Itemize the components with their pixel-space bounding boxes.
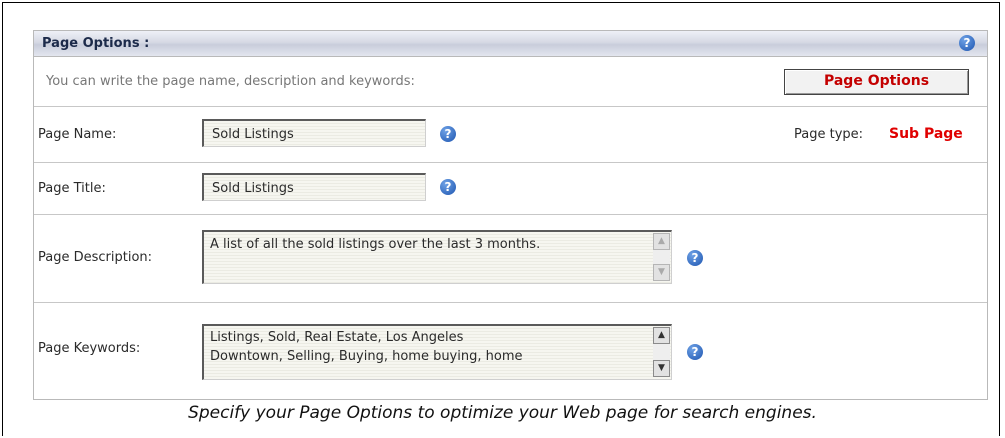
page-type-value: Sub Page bbox=[889, 126, 963, 142]
scroll-down-icon[interactable]: ▼ bbox=[653, 360, 670, 377]
page-title-field[interactable]: Sold Listings bbox=[202, 173, 426, 201]
page-description-label: Page Description: bbox=[38, 250, 153, 265]
page-name-label: Page Name: bbox=[38, 127, 117, 142]
page-keywords-label: Page Keywords: bbox=[38, 341, 141, 356]
page-options-button[interactable]: Page Options bbox=[784, 69, 969, 95]
intro-text: You can write the page name, description… bbox=[46, 74, 415, 89]
page-keywords-text: Listings, Sold, Real Estate, Los Angeles… bbox=[210, 328, 640, 366]
page-description-text: A list of all the sold listings over the… bbox=[210, 237, 541, 252]
help-icon[interactable]: ? bbox=[687, 344, 703, 360]
page-title-label: Page Title: bbox=[38, 181, 106, 196]
keywords-line-2: Downtown, Selling, Buying, home buying, … bbox=[210, 349, 523, 364]
page-keywords-scrollbar[interactable]: ▲ ▼ bbox=[653, 327, 670, 377]
page-options-panel: Page Options : ? You can write the page … bbox=[33, 30, 988, 400]
page-keywords-field[interactable]: Listings, Sold, Real Estate, Los Angeles… bbox=[202, 324, 672, 380]
page-description-row: Page Description: A list of all the sold… bbox=[34, 215, 987, 303]
help-icon[interactable]: ? bbox=[959, 35, 975, 51]
page-description-field[interactable]: A list of all the sold listings over the… bbox=[202, 230, 672, 284]
panel-header: Page Options : ? bbox=[34, 31, 987, 57]
help-icon[interactable]: ? bbox=[687, 250, 703, 266]
page-title-row: Page Title: Sold Listings ? bbox=[34, 163, 987, 215]
panel-title: Page Options : bbox=[42, 36, 150, 51]
intro-row: You can write the page name, description… bbox=[34, 57, 987, 107]
figure-caption: Specify your Page Options to optimize yo… bbox=[188, 403, 817, 423]
scroll-up-icon[interactable]: ▲ bbox=[653, 233, 670, 250]
page-type-label: Page type: bbox=[794, 127, 864, 142]
scroll-up-icon[interactable]: ▲ bbox=[653, 327, 670, 344]
page-keywords-row: Page Keywords: Listings, Sold, Real Esta… bbox=[34, 303, 987, 399]
keywords-line-1: Listings, Sold, Real Estate, Los Angeles bbox=[210, 330, 464, 345]
help-icon[interactable]: ? bbox=[440, 126, 456, 142]
page-name-row: Page Name: Sold Listings ? Page type: Su… bbox=[34, 107, 987, 163]
page-name-field[interactable]: Sold Listings bbox=[202, 119, 426, 147]
help-icon[interactable]: ? bbox=[440, 179, 456, 195]
scroll-down-icon[interactable]: ▼ bbox=[653, 264, 670, 281]
page-description-scrollbar[interactable]: ▲ ▼ bbox=[653, 233, 670, 281]
